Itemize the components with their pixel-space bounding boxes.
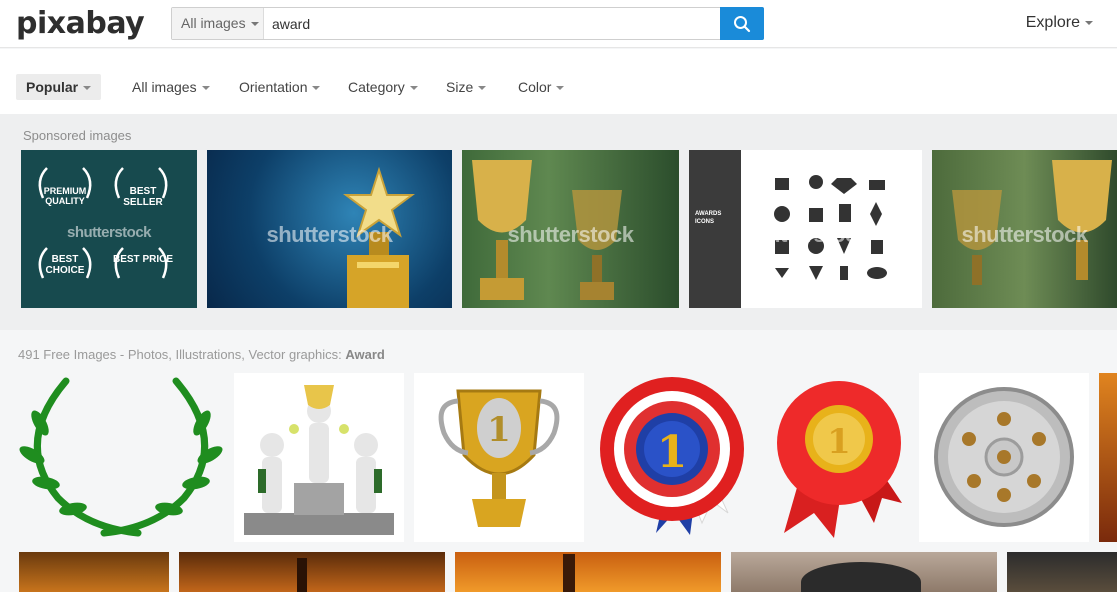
silver-shield-graphic — [934, 387, 1074, 527]
shutterstock-watermark: shutterstock — [742, 222, 869, 247]
search-icon — [734, 15, 751, 32]
sponsored-label: Sponsored images — [23, 128, 132, 143]
chevron-down-icon — [312, 86, 321, 91]
results-count-label: 491 Free Images - Photos, Illustrations,… — [18, 347, 385, 362]
dark-object — [801, 562, 921, 592]
search-input[interactable] — [265, 8, 721, 39]
sponsored-image-star-trophy[interactable]: shutterstock — [207, 150, 452, 308]
result-image-silver-shield[interactable] — [919, 373, 1089, 542]
chevron-down-icon — [201, 86, 210, 91]
result-image-row2-1[interactable] — [19, 552, 169, 592]
color-label: Color — [518, 79, 552, 95]
result-image-row2-5[interactable] — [1007, 552, 1117, 592]
sponsored-image-badges[interactable]: PREMIUM QUALITY BEST SELLER BEST CHOICE … — [21, 150, 197, 308]
sponsored-section: Sponsored images PREMIUM QUALITY BEST SE… — [0, 114, 1117, 330]
badge-best-choice: BEST CHOICE — [45, 254, 85, 276]
pixabay-logo[interactable]: pixabay — [16, 6, 145, 41]
size-dropdown[interactable]: Size — [446, 74, 487, 100]
shutterstock-watermark: shutterstock — [507, 222, 634, 247]
search-type-label: All images — [181, 15, 246, 31]
gold-trophy-graphic: 1 — [438, 389, 560, 527]
chevron-down-icon — [1085, 20, 1093, 25]
orientation-label: Orientation — [239, 79, 308, 95]
shutterstock-watermark: shutterstock — [266, 222, 393, 247]
chevron-down-icon — [556, 86, 565, 91]
badge-premium-quality: PREMIUM QUALITY — [43, 186, 87, 206]
result-image-rosette-ribbon[interactable]: 1 — [594, 373, 754, 542]
results-query: Award — [345, 347, 385, 362]
result-image-laurel-wreath[interactable] — [18, 373, 224, 542]
results-count-text: 491 Free Images - Photos, Illustrations,… — [18, 347, 342, 362]
svg-text:1: 1 — [827, 422, 851, 462]
orientation-dropdown[interactable]: Orientation — [239, 74, 321, 100]
search-bar: All images — [171, 7, 764, 40]
badge-best-price: BEST PRICE — [113, 254, 174, 265]
image-type-label: All images — [132, 79, 197, 95]
sponsored-image-gold-cups-2[interactable]: shutterstock — [932, 150, 1117, 308]
svg-text:1: 1 — [657, 427, 688, 478]
red-medal-graphic: 1 — [777, 381, 902, 538]
svg-text:1: 1 — [487, 410, 511, 450]
silhouette-tower — [297, 558, 307, 592]
result-image-row2-2[interactable] — [179, 552, 445, 592]
result-image-red-medal[interactable]: 1 — [764, 373, 910, 542]
category-dropdown[interactable]: Category — [348, 74, 418, 100]
search-button[interactable] — [720, 7, 764, 40]
size-label: Size — [446, 79, 474, 95]
color-dropdown[interactable]: Color — [518, 74, 565, 100]
badge-best-seller: BEST SELLER — [123, 186, 163, 208]
filter-bar: Popular All images Orientation Category … — [0, 49, 1117, 114]
silhouette-tower — [563, 554, 575, 592]
podium-figures-graphic — [244, 385, 394, 535]
explore-menu[interactable]: Explore — [1026, 14, 1093, 32]
chevron-down-icon — [83, 86, 92, 91]
rosette-ribbon-graphic: 1 — [600, 377, 744, 535]
result-image-row2-3[interactable] — [455, 552, 721, 592]
chevron-down-icon — [409, 86, 418, 91]
sponsored-image-gold-cups[interactable]: shutterstock — [462, 150, 679, 308]
result-image-sunset-partial[interactable] — [1099, 373, 1117, 542]
shutterstock-watermark: shutterstock — [66, 224, 152, 241]
chevron-down-icon — [250, 22, 259, 27]
result-image-podium-figures[interactable] — [234, 373, 404, 542]
category-label: Category — [348, 79, 405, 95]
sort-label: Popular — [26, 79, 79, 95]
sponsored-image-award-icons[interactable]: AWARDS ICONS shutterstock — [689, 150, 922, 308]
image-type-dropdown[interactable]: All images — [132, 74, 210, 100]
sort-popular-dropdown[interactable]: Popular — [16, 74, 102, 100]
top-header: pixabay All images Explore — [0, 0, 1117, 48]
shutterstock-watermark: shutterstock — [961, 222, 1088, 247]
search-type-dropdown[interactable]: All images — [172, 8, 264, 39]
explore-label: Explore — [1025, 14, 1080, 31]
result-image-row2-4[interactable] — [731, 552, 997, 592]
laurel-wreath-graphic — [19, 377, 223, 537]
chevron-down-icon — [478, 86, 487, 91]
result-image-gold-trophy[interactable]: 1 — [414, 373, 584, 542]
